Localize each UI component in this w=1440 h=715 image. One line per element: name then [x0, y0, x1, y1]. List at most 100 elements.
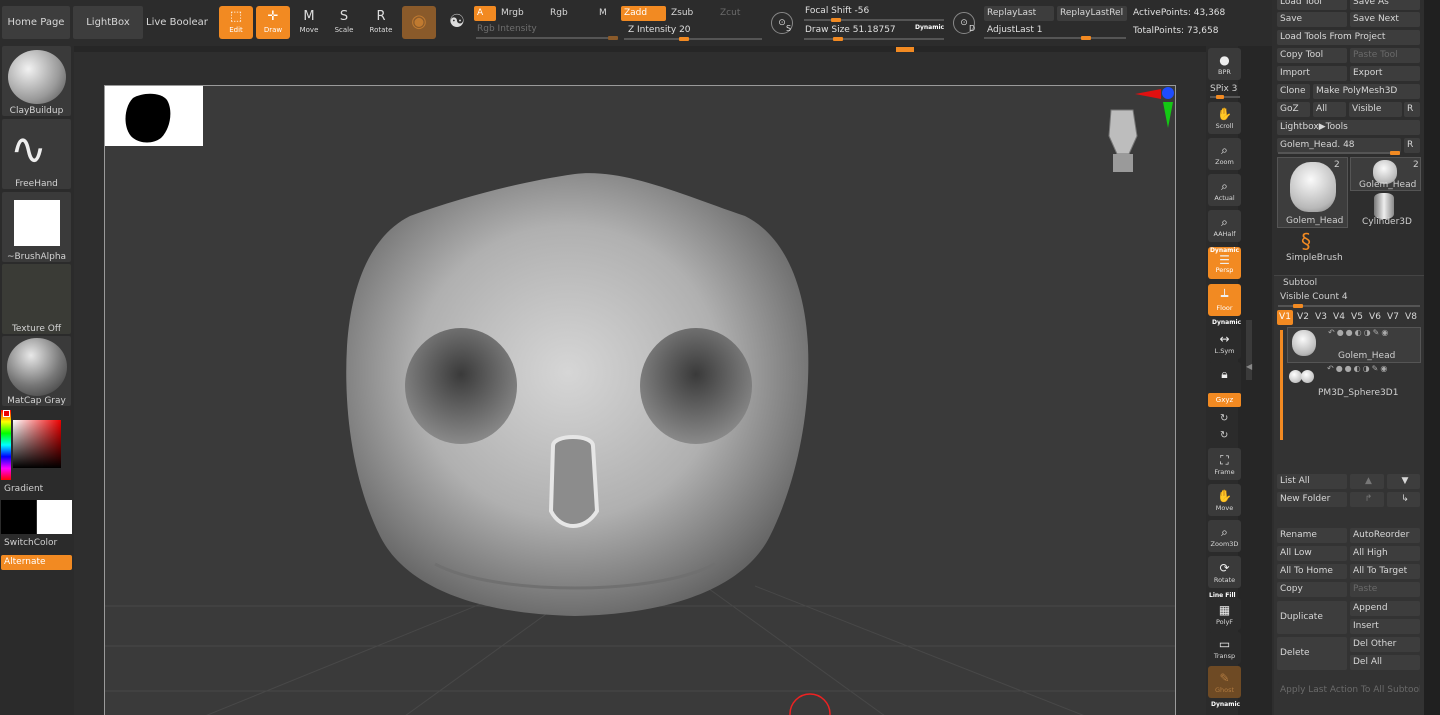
draw-mode-button[interactable]: ✛ Draw — [256, 6, 290, 39]
subtool-item-toggles-icon[interactable]: ↶●●◐◑✎◉ — [1327, 364, 1389, 373]
view-set-button[interactable]: V7 — [1385, 310, 1401, 325]
move-in-icon[interactable]: ↱ — [1350, 492, 1384, 507]
color-picker[interactable] — [1, 408, 73, 482]
hue-strip[interactable] — [1, 410, 11, 480]
all-low-button[interactable]: All Low — [1277, 546, 1347, 561]
rgb-button[interactable]: Rgb — [547, 6, 593, 21]
auto-reorder-button[interactable]: AutoReorder — [1350, 528, 1420, 543]
load-tools-from-project-button[interactable]: Load Tools From Project — [1277, 30, 1420, 45]
zcut-button[interactable]: Zcut — [717, 6, 761, 21]
save-as-button[interactable]: Save As — [1350, 0, 1420, 10]
lock-button[interactable]: 🔒︎ — [1208, 362, 1241, 394]
move-down-icon[interactable]: ▼ — [1387, 474, 1420, 489]
move-mode-button[interactable]: M Move — [292, 6, 326, 39]
stroke-selector[interactable]: ∿ FreeHand — [2, 119, 71, 189]
apply-last-action-button[interactable]: Apply Last Action To All Subtools — [1277, 683, 1420, 698]
copy-tool-button[interactable]: Copy Tool — [1277, 48, 1347, 63]
goz-r-button[interactable]: R — [1404, 102, 1420, 117]
ghost-button[interactable]: ✎ Ghost — [1208, 666, 1241, 698]
view-set-button[interactable]: V3 — [1313, 310, 1329, 325]
duplicate-button[interactable]: Duplicate — [1277, 601, 1347, 634]
alternate-button[interactable]: Alternate — [1, 555, 72, 570]
brush-selector[interactable]: ClayBuildup — [2, 46, 71, 116]
all-to-target-button[interactable]: All To Target — [1350, 564, 1420, 579]
y-rotate-icon[interactable]: ↻ — [1220, 413, 1228, 424]
zsub-button[interactable]: Zsub — [668, 6, 714, 21]
persp-button[interactable]: Dynamic ☰ Persp — [1208, 247, 1241, 279]
import-button[interactable]: Import — [1277, 66, 1347, 81]
bpr-button[interactable]: ● BPR — [1208, 48, 1241, 80]
subtool-item-sphere[interactable]: PM3D_Sphere3D1 ↶●●◐◑✎◉ — [1287, 364, 1421, 400]
replay-last-button[interactable]: ReplayLast — [984, 6, 1054, 21]
del-other-button[interactable]: Del Other — [1350, 637, 1420, 652]
switch-color-button[interactable]: SwitchColor — [4, 538, 57, 548]
scroll-button[interactable]: ✋ Scroll — [1208, 102, 1241, 134]
z-rotate-icon[interactable]: ↻ — [1220, 430, 1228, 441]
texture-selector[interactable]: Texture Off — [2, 264, 71, 334]
zoom3d-button[interactable]: ⌕ Zoom3D — [1208, 520, 1241, 552]
subtool-item-golem-head[interactable]: Golem_Head ↶●●◐◑✎◉ — [1287, 327, 1421, 363]
home-page-button[interactable]: Home Page — [2, 6, 70, 39]
visible-count-slider[interactable] — [1278, 304, 1420, 308]
z-intensity-slider[interactable] — [624, 37, 762, 41]
view-set-button[interactable]: V6 — [1367, 310, 1383, 325]
subtool-item-toggles-icon[interactable]: ↶●●◐◑✎◉ — [1328, 328, 1390, 337]
move-up-icon[interactable]: ▲ — [1350, 474, 1384, 489]
shelf-scroll-handle[interactable] — [1246, 320, 1252, 380]
rotate-mode-button[interactable]: R Rotate — [364, 6, 398, 39]
goz-visible-button[interactable]: Visible — [1349, 102, 1402, 117]
insert-button[interactable]: Insert — [1350, 619, 1420, 634]
tool-slider-track[interactable] — [1278, 151, 1400, 155]
frame-button[interactable]: ⛶ Frame — [1208, 448, 1241, 480]
m-button[interactable]: M — [596, 6, 618, 21]
actual-button[interactable]: ⌕ Actual — [1208, 174, 1241, 206]
lightbox-tools-button[interactable]: Lightbox▶Tools — [1277, 120, 1420, 135]
collapse-arrow-icon[interactable]: ◀ — [1246, 362, 1252, 371]
alpha-selector[interactable]: ~BrushAlpha — [2, 192, 71, 262]
rotate-view-button[interactable]: ⟳ Rotate — [1208, 556, 1241, 588]
right-scrollbar[interactable] — [1424, 0, 1440, 715]
subtool-title[interactable]: Subtool — [1283, 278, 1317, 288]
polyf-button[interactable]: ▦ PolyF — [1208, 598, 1241, 630]
rgb-intensity-slider[interactable] — [476, 36, 618, 40]
gizmo-button[interactable]: ☯ — [440, 6, 474, 39]
rename-button[interactable]: Rename — [1277, 528, 1347, 543]
view-set-button[interactable]: V2 — [1295, 310, 1311, 325]
sculptris-pro-button[interactable]: ◉ — [402, 6, 436, 39]
dynamic-draw-size[interactable]: Dynamic — [915, 24, 944, 31]
tool-thumb-golem-head-small[interactable]: 2 Golem_Head — [1350, 157, 1421, 191]
clone-button[interactable]: Clone — [1277, 84, 1310, 99]
lsym-button[interactable]: ↔ L.Sym — [1208, 327, 1241, 359]
move-view-button[interactable]: ✋ Move — [1208, 484, 1241, 516]
goz-all-button[interactable]: All — [1313, 102, 1346, 117]
tool-thumb-golem-head-main[interactable]: 2 Golem_Head — [1277, 157, 1348, 228]
focal-shift-slider[interactable] — [804, 18, 944, 22]
ruler-marker[interactable] — [896, 47, 914, 52]
paste-subtool-button[interactable]: Paste — [1350, 582, 1420, 597]
view-set-button[interactable]: V1 — [1277, 310, 1293, 325]
mrgb-button[interactable]: Mrgb — [498, 6, 544, 21]
main-color-swatch[interactable] — [1, 500, 36, 534]
view-set-button[interactable]: V8 — [1403, 310, 1419, 325]
save-next-button[interactable]: Save Next — [1350, 12, 1420, 27]
secondary-color-swatch[interactable] — [37, 500, 72, 534]
paste-tool-button[interactable]: Paste Tool — [1350, 48, 1420, 63]
live-boolean-button[interactable]: Live Boolean — [146, 6, 208, 39]
list-all-button[interactable]: List All — [1277, 474, 1347, 489]
all-to-home-button[interactable]: All To Home — [1277, 564, 1347, 579]
load-tool-button[interactable]: Load Tool — [1277, 0, 1347, 10]
saturation-square[interactable] — [13, 420, 61, 468]
adjust-last-slider[interactable] — [984, 36, 1126, 40]
view-set-button[interactable]: V5 — [1349, 310, 1365, 325]
tool-thumb-simplebrush[interactable]: § SimpleBrush — [1277, 230, 1348, 264]
export-button[interactable]: Export — [1350, 66, 1420, 81]
current-tool-slider[interactable]: Golem_Head. 48 — [1277, 138, 1401, 153]
replay-last-rel-button[interactable]: ReplayLastRel — [1057, 6, 1127, 21]
subtool-scrollbar[interactable] — [1280, 330, 1283, 440]
copy-subtool-button[interactable]: Copy — [1277, 582, 1347, 597]
new-folder-button[interactable]: New Folder — [1277, 492, 1347, 507]
aahalf-button[interactable]: ⌕ AAHalf — [1208, 210, 1241, 242]
floor-button[interactable]: ┷ Floor — [1208, 284, 1241, 316]
tool-r-button[interactable]: R — [1404, 138, 1420, 153]
tool-thumb-cylinder[interactable]: Cylinder3D — [1350, 193, 1421, 228]
